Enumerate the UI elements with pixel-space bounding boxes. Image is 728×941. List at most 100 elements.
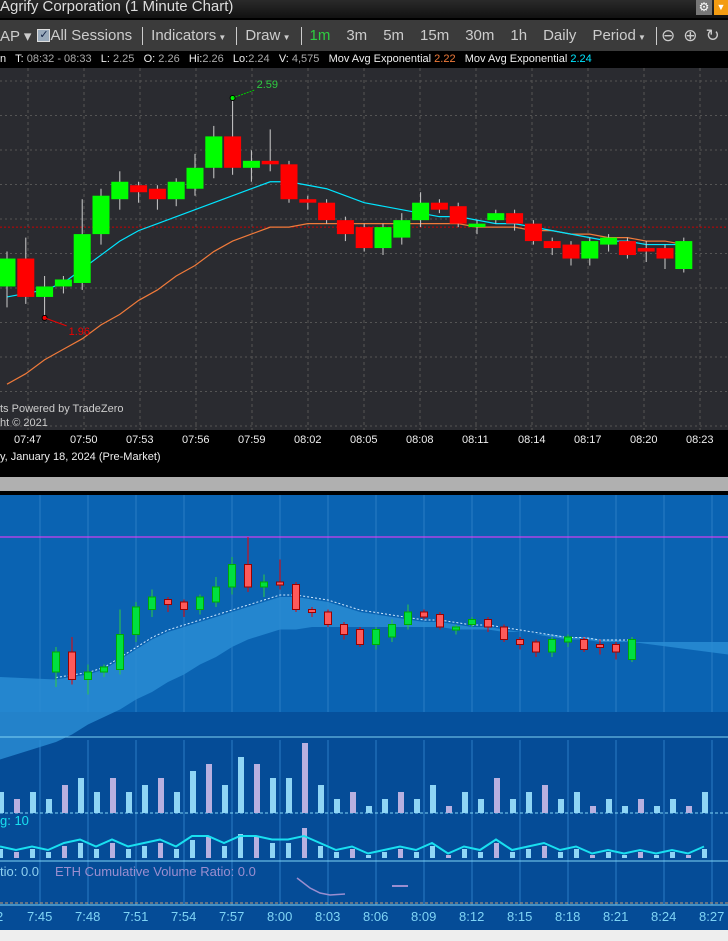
window-title: Agrify Corporation (1 Minute Chart) — [0, 0, 728, 18]
lower-candle-body — [372, 629, 380, 645]
ema1-value: 2.22 — [434, 53, 456, 65]
draw-menu[interactable]: Draw ▼ — [237, 27, 298, 44]
volume-label: V: — [278, 53, 289, 65]
candle-body — [675, 241, 693, 270]
ratio-bar — [686, 855, 691, 858]
volume-bar — [46, 799, 52, 813]
lower-chart[interactable]: g: 10 tio: 0.0 ETH Cumulative Volume Rat… — [0, 495, 728, 930]
volume-bar — [206, 764, 212, 813]
period-1h[interactable]: 1h — [502, 27, 535, 44]
price-chart[interactable]: 2.59 1.96 ts Powered by TradeZero ht © 20… — [0, 68, 728, 430]
volume-bar — [686, 806, 692, 813]
low-label: Lo: — [232, 53, 249, 65]
volume-bar — [30, 792, 36, 813]
open-value: 2.26 — [158, 53, 180, 65]
ratio-bar — [142, 846, 147, 858]
lower-time-tick: 7:48 — [75, 909, 101, 924]
ratio-bar — [30, 849, 35, 858]
info-prefix: n — [0, 53, 7, 65]
ratio-bar — [462, 849, 467, 858]
volume-bar — [622, 806, 628, 813]
ratio-bar — [0, 849, 3, 858]
ratio-bar — [110, 843, 115, 858]
volume-bar — [414, 799, 420, 813]
candle-body — [524, 223, 542, 242]
lower-time-tick: 8:21 — [603, 909, 629, 924]
volume-bar — [14, 799, 20, 813]
ema1-label: Mov Avg Exponential — [328, 53, 432, 65]
indicators-menu[interactable]: Indicators ▼ — [143, 27, 234, 44]
lower-candle-body — [292, 584, 300, 610]
open-label: O: — [143, 53, 156, 65]
chevron-down-icon[interactable]: ▼ — [714, 0, 728, 15]
symbol-dropdown[interactable]: AP ▾ — [0, 27, 31, 45]
volume-bar — [0, 792, 4, 813]
lower-candle-body — [212, 586, 220, 603]
lower-time-tick: 8:18 — [555, 909, 581, 924]
period-menu[interactable]: Period ▼ — [584, 27, 654, 44]
volume-bar — [238, 757, 244, 813]
period-Daily[interactable]: Daily — [535, 27, 584, 44]
status-strip — [0, 930, 728, 941]
lower-candle-body — [580, 639, 588, 650]
candle-body — [224, 136, 242, 168]
volume-bar — [462, 792, 468, 813]
candle-body — [393, 220, 411, 238]
low-marker-leader — [44, 317, 67, 327]
lower-time-tick: 7:51 — [123, 909, 149, 924]
lower-time-tick: 8:03 — [315, 909, 341, 924]
lower-candle-body — [100, 666, 108, 673]
lower-candle-body — [564, 636, 572, 643]
volume-bar — [270, 778, 276, 813]
volume-bar — [254, 764, 260, 813]
ratio-bar — [398, 849, 403, 858]
eth-ratio-line — [296, 877, 346, 896]
time-tick: 08:02 — [294, 434, 322, 446]
reset-icon[interactable]: ↻ — [701, 26, 723, 46]
lower-time-tick: 7:57 — [219, 909, 245, 924]
low-value: 2.24 — [248, 53, 270, 65]
time-tick: 08:23 — [686, 434, 714, 446]
candle-body — [261, 160, 279, 165]
lower-candle-body — [196, 596, 204, 610]
lower-time-tick: 8:06 — [363, 909, 389, 924]
time-tick: 08:17 — [574, 434, 602, 446]
period-3m[interactable]: 3m — [338, 27, 375, 44]
time-tick: 08:05 — [350, 434, 378, 446]
volume-bar — [62, 785, 68, 813]
lower-candle-body — [484, 619, 492, 628]
ratio-bar — [174, 849, 179, 858]
period-30m[interactable]: 30m — [457, 27, 502, 44]
candle-body — [167, 181, 185, 200]
all-sessions-checkbox[interactable]: ✓ — [37, 29, 51, 42]
ratio-bar — [382, 852, 387, 858]
ratio-bar — [638, 852, 643, 858]
lower-time-tick: 8:24 — [651, 909, 677, 924]
time-value: 08:32 - 08:33 — [26, 53, 92, 65]
ratio-bar — [94, 849, 99, 858]
candle-body — [242, 160, 260, 168]
period-15m[interactable]: 15m — [412, 27, 457, 44]
chart-date: y, January 18, 2024 (Pre-Market) — [0, 451, 161, 463]
panel-splitter[interactable] — [0, 477, 728, 491]
lower-candle-body — [436, 614, 444, 628]
lower-time-tick: 7:45 — [27, 909, 53, 924]
candle-body — [73, 234, 91, 283]
period-1m[interactable]: 1m — [302, 27, 339, 44]
volume-bar — [142, 785, 148, 813]
ratio-bar — [158, 843, 163, 858]
all-sessions-label[interactable]: All Sessions — [50, 27, 132, 44]
volume-bar — [126, 792, 132, 813]
period-5m[interactable]: 5m — [375, 27, 412, 44]
zoom-in-icon[interactable]: ⊕ — [679, 26, 701, 46]
ratio-bar — [270, 843, 275, 858]
ratio-bar — [558, 852, 563, 858]
gear-icon[interactable]: ⚙ — [696, 0, 712, 15]
time-tick: 08:14 — [518, 434, 546, 446]
lower-time-tick: 2 — [0, 909, 3, 924]
zoom-out-icon[interactable]: ⊖ — [657, 26, 679, 46]
ratio-bar — [254, 837, 259, 858]
volume-bar — [638, 799, 644, 813]
candle-body — [374, 227, 392, 249]
candle-body — [543, 241, 561, 249]
